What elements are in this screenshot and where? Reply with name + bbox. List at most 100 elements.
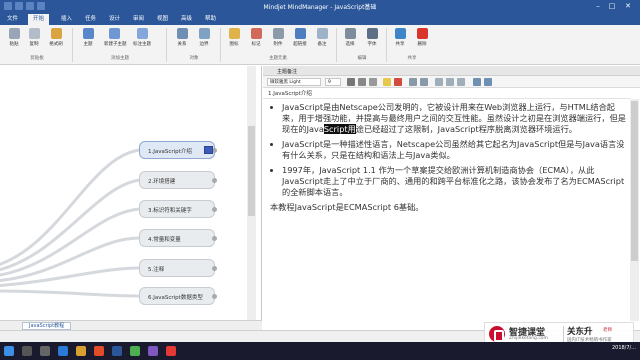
paste-button[interactable]: 粘贴 (4, 28, 24, 54)
map-canvas[interactable]: 1.JavaScript介绍 2.环境搭建 3.标识符和关键字 4.常量和变量 … (0, 66, 262, 324)
notes-topic-title: 1.JavaScript介绍 (268, 91, 312, 97)
notes-vertical-scrollbar[interactable] (630, 99, 639, 321)
tab-design[interactable]: 设计 (104, 14, 125, 25)
tab-insert[interactable]: 插入 (56, 14, 77, 25)
delete-button[interactable]: 删除 (412, 28, 432, 54)
close-button[interactable]: ✕ (622, 1, 634, 11)
topic-node[interactable]: 5.注释 (139, 259, 217, 277)
app-icon[interactable] (94, 346, 104, 356)
browser-icon[interactable] (58, 346, 68, 356)
topic-node[interactable]: 4.常量和变量 (139, 229, 217, 247)
divider (263, 98, 630, 99)
group-separator (220, 28, 221, 62)
notes-button[interactable]: 备注 (312, 28, 332, 54)
minimize-button[interactable]: – (592, 1, 604, 11)
share-icon (394, 28, 406, 39)
wechat-icon[interactable] (130, 346, 140, 356)
align-left-icon[interactable] (435, 78, 443, 86)
icons-button[interactable]: 图标 (224, 28, 244, 54)
logo-icon (489, 326, 505, 342)
list-item: JavaScript是由Netscape公司发明的，它被设计用来在Web浏览器上… (282, 102, 627, 135)
group-separator (336, 28, 337, 62)
list-item: 1997年，JavaScript 1.1 作为一个草案提交给欧洲计算机制造商协会… (282, 165, 627, 198)
topic-node[interactable]: 2.环境搭建 (139, 171, 217, 189)
select-button[interactable]: 选择 (340, 28, 360, 54)
paperclip-icon (272, 28, 284, 39)
clock: 2018/7/... (611, 345, 636, 351)
share-button[interactable]: 共享 (390, 28, 410, 54)
title-bar: Mindjet MindManager - JavaScript基础 – □ ✕ (0, 0, 640, 13)
ribbon-tabs: 文件 开始 插入 任务 设计 审阅 视图 高级 帮助 (0, 13, 640, 25)
insert-table-icon[interactable] (473, 78, 481, 86)
app-icon[interactable] (148, 346, 158, 356)
highlight-icon[interactable] (383, 78, 391, 86)
group-topic-elements: 主题元素 (269, 56, 287, 61)
topic-node[interactable]: 6.JavaScript数据类型 (139, 287, 217, 305)
callout-icon (136, 28, 148, 39)
tab-view[interactable]: 视图 (152, 14, 173, 25)
document-tabs: JavaScript教程 (0, 320, 262, 330)
notes-editor[interactable]: JavaScript是由Netscape公司发明的，它被设计用来在Web浏览器上… (270, 102, 627, 213)
underline-icon[interactable] (369, 78, 377, 86)
font-family-select[interactable]: 微软雅黑 Light (267, 78, 321, 86)
font-color-icon[interactable] (394, 78, 402, 86)
teacher-tag: 老师 (603, 328, 612, 333)
tab-advanced[interactable]: 高级 (176, 14, 197, 25)
note-indicator-icon[interactable] (204, 146, 213, 154)
callout-topic-button[interactable]: 标注主题 (132, 28, 152, 54)
group-share: 共享 (407, 56, 417, 61)
notes-header: 主题备注 (263, 66, 640, 76)
tab-home[interactable]: 开始 (28, 14, 50, 25)
hyperlink-button[interactable]: 超链接 (290, 28, 310, 54)
new-subtopic-button[interactable]: 新建子主题 (104, 28, 127, 54)
search-icon[interactable] (22, 346, 32, 356)
task-view-icon[interactable] (40, 346, 50, 356)
app-icon[interactable] (166, 346, 176, 356)
paragraph: 本教程JavaScript是ECMAScript 6基础。 (270, 202, 424, 212)
bold-icon[interactable] (347, 78, 355, 86)
group-clipboard: 剪贴板 (30, 56, 44, 61)
align-right-icon[interactable] (457, 78, 465, 86)
font-icon (366, 28, 378, 39)
document-tab[interactable]: JavaScript教程 (22, 322, 72, 330)
tab-help[interactable]: 帮助 (200, 14, 221, 25)
markers-button[interactable]: 标记 (246, 28, 266, 54)
group-separator (72, 28, 73, 62)
text-selection: Script用 (323, 124, 356, 134)
format-painter-button[interactable]: 格式刷 (46, 28, 66, 54)
topic-button[interactable]: 主题 (78, 28, 98, 54)
boundary-button[interactable]: 边界 (194, 28, 214, 54)
window-title: Mindjet MindManager - JavaScript基础 (263, 4, 377, 11)
italic-icon[interactable] (358, 78, 366, 86)
start-icon[interactable] (4, 346, 14, 356)
bullets-icon[interactable] (409, 78, 417, 86)
marker-icon (250, 28, 262, 39)
icon-set-icon (228, 28, 240, 39)
topic-node[interactable]: 3.标识符和关键字 (139, 200, 217, 218)
list-item: JavaScript是一种描述性语言，Netscape公司虽然给其它起名为Jav… (282, 139, 627, 161)
boundary-icon (198, 28, 210, 39)
group-separator (166, 28, 167, 62)
align-center-icon[interactable] (446, 78, 454, 86)
mindmanager-icon[interactable] (112, 346, 122, 356)
numbering-icon[interactable] (420, 78, 428, 86)
font-size-select[interactable]: 9 (325, 78, 341, 86)
tab-task[interactable]: 任务 (80, 14, 101, 25)
brand-url: Zhijieketang.com (509, 336, 548, 341)
subtopic-icon (108, 28, 120, 39)
copy-button[interactable]: 复制 (24, 28, 44, 54)
font-button[interactable]: 字体 (362, 28, 382, 54)
group-objects: 对象 (189, 56, 199, 61)
insert-image-icon[interactable] (484, 78, 492, 86)
topic-icon (82, 28, 94, 39)
tab-review[interactable]: 审阅 (128, 14, 149, 25)
ribbon: 粘贴 复制 格式刷 剪贴板 主题 新建子主题 标注主题 添加主题 关系 边界 对… (0, 25, 640, 65)
folder-icon[interactable] (76, 346, 86, 356)
tab-file[interactable]: 文件 (2, 14, 23, 25)
relationship-button[interactable]: 关系 (172, 28, 192, 54)
attachment-button[interactable]: 附件 (268, 28, 288, 54)
maximize-button[interactable]: □ (606, 1, 618, 11)
delete-icon (416, 28, 428, 39)
link-icon (294, 28, 306, 39)
map-vertical-scrollbar[interactable] (247, 66, 256, 320)
